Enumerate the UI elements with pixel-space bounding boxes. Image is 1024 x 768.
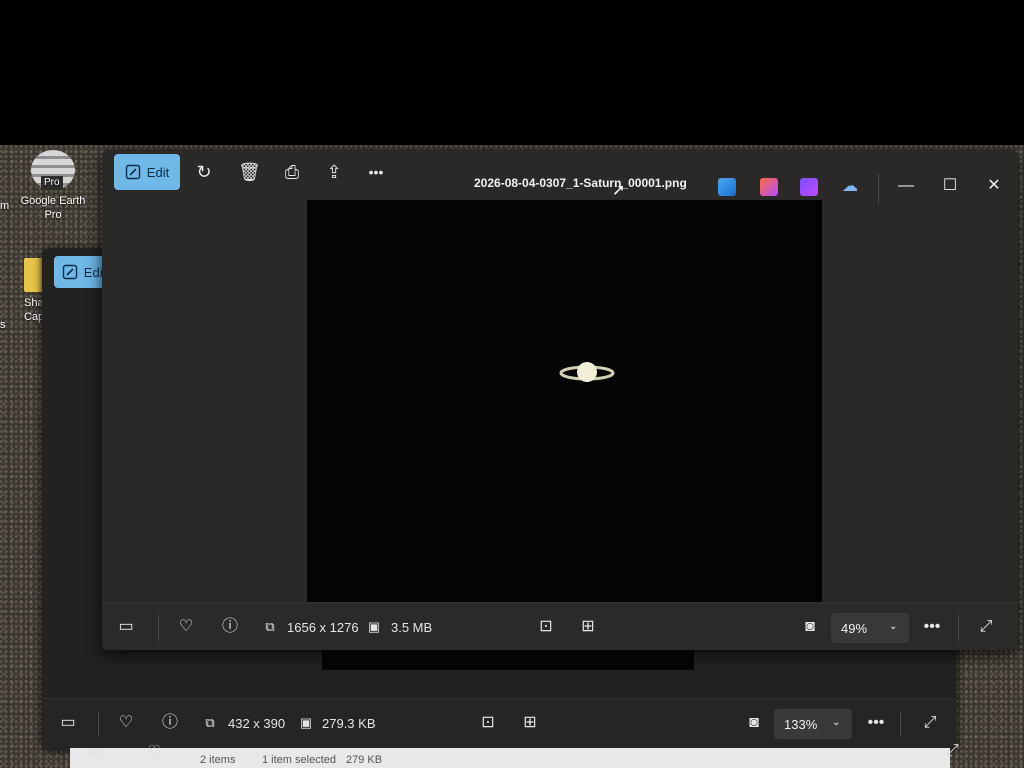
zoom-value: 49% xyxy=(841,621,868,636)
actual-size-icon[interactable]: ⊞ xyxy=(578,617,598,637)
selection-size: 279 KB xyxy=(346,754,383,766)
fit-to-window-icon[interactable]: ⊡ xyxy=(536,617,556,637)
print-icon[interactable]: ⎙ xyxy=(282,162,302,182)
minimize-button[interactable]: — xyxy=(894,174,918,198)
fit-to-window-icon[interactable]: ⊡ xyxy=(478,713,498,733)
photo-app-icon[interactable] xyxy=(718,178,736,196)
edit-button[interactable]: Edit xyxy=(114,154,180,190)
folder-icon xyxy=(24,258,44,292)
info-icon[interactable]: ⓘ xyxy=(160,713,180,733)
desktop-icon-label: Google Earth xyxy=(20,195,86,207)
image-size-icon: ⧉ xyxy=(205,715,215,730)
mouse-cursor-icon: ➚ xyxy=(612,182,626,199)
onedrive-icon[interactable]: ☁ xyxy=(842,178,860,196)
desktop-icon-google-earth[interactable]: Pro Google Earth Pro xyxy=(14,150,92,222)
delete-icon[interactable]: 🗑 xyxy=(238,162,261,182)
bottom-toolbar: ▭ ♡ ⓘ ⧉ 1656 x 1276 ▣ 3.5 MB ⊡ ⊞ ◙ 49% ⌄… xyxy=(102,602,1018,650)
favorite-icon[interactable]: ♡ xyxy=(148,742,161,759)
image-size-icon: ⧉ xyxy=(265,619,275,634)
top-black-area xyxy=(0,0,1024,145)
edit-icon xyxy=(62,264,77,280)
divider xyxy=(958,615,959,641)
google-earth-icon: Pro xyxy=(31,150,75,190)
filmstrip-icon[interactable]: ▭ xyxy=(88,742,101,759)
image-dimensions: 1656 x 1276 xyxy=(287,620,359,635)
more-icon[interactable]: ••• xyxy=(366,162,386,182)
zoom-value: 133% xyxy=(784,717,818,732)
favorite-icon[interactable]: ♡ xyxy=(176,617,196,637)
filmstrip-icon[interactable]: ▭ xyxy=(58,713,78,733)
screen-icon[interactable]: ◙ xyxy=(744,713,764,733)
chevron-down-icon: ⌄ xyxy=(889,621,898,632)
designer-app-icon[interactable] xyxy=(760,178,778,196)
edit-label: Edit xyxy=(146,164,170,180)
screen-icon[interactable]: ◙ xyxy=(800,617,820,637)
fullscreen-icon[interactable]: ⤢ xyxy=(976,617,996,637)
filmstrip-icon[interactable]: ▭ xyxy=(116,617,136,637)
image-dimensions: 432 x 390 xyxy=(228,716,286,731)
close-button[interactable]: ✕ xyxy=(982,174,1006,198)
clipchamp-icon[interactable] xyxy=(800,178,818,196)
image-canvas xyxy=(307,200,822,605)
rotate-icon[interactable]: ↻ xyxy=(194,162,214,182)
divider xyxy=(900,711,901,737)
expand-icon[interactable]: ⤢ xyxy=(946,742,959,760)
window-title: 2026-08-04-0307_1-Saturn_00001.png xyxy=(474,176,687,190)
desktop-edge-label: s xyxy=(0,319,6,331)
favorite-icon[interactable]: ♡ xyxy=(116,713,136,733)
explorer-left-icons: ▭ ♡ xyxy=(76,742,196,762)
desktop-edge-label: m xyxy=(0,200,10,212)
more-icon[interactable]: ••• xyxy=(866,713,886,733)
photos-window-front[interactable]: Edit ↻ 🗑 ⎙ ⇪ ••• 2026-08-04-0307_1-Satur… xyxy=(102,150,1018,650)
maximize-button[interactable]: ☐ xyxy=(938,174,962,198)
share-icon[interactable]: ⇪ xyxy=(324,162,344,182)
file-size-icon: ▣ xyxy=(299,715,313,730)
divider xyxy=(878,174,879,204)
file-size: 3.5 MB xyxy=(391,620,433,635)
edit-icon xyxy=(125,164,140,180)
more-icon[interactable]: ••• xyxy=(922,617,942,637)
fullscreen-icon[interactable]: ⤢ xyxy=(920,713,940,733)
file-explorer-status-bar: 2 items 1 item selected 279 KB xyxy=(70,748,950,768)
desktop-icon-label: Pro xyxy=(44,209,62,221)
zoom-dropdown[interactable]: 49% ⌄ xyxy=(831,613,909,643)
chevron-down-icon: ⌄ xyxy=(832,717,841,728)
pro-badge: Pro xyxy=(41,176,63,190)
zoom-dropdown[interactable]: 133% ⌄ xyxy=(774,709,852,739)
divider xyxy=(98,711,99,737)
actual-size-icon[interactable]: ⊞ xyxy=(520,713,540,733)
saturn-image xyxy=(559,362,615,382)
item-count: 2 items xyxy=(200,754,236,766)
file-size-icon: ▣ xyxy=(367,619,381,634)
file-size: 279.3 KB xyxy=(322,716,376,731)
divider xyxy=(158,615,159,641)
selection-status: 1 item selected xyxy=(262,754,336,766)
info-icon[interactable]: ⓘ xyxy=(220,617,240,637)
